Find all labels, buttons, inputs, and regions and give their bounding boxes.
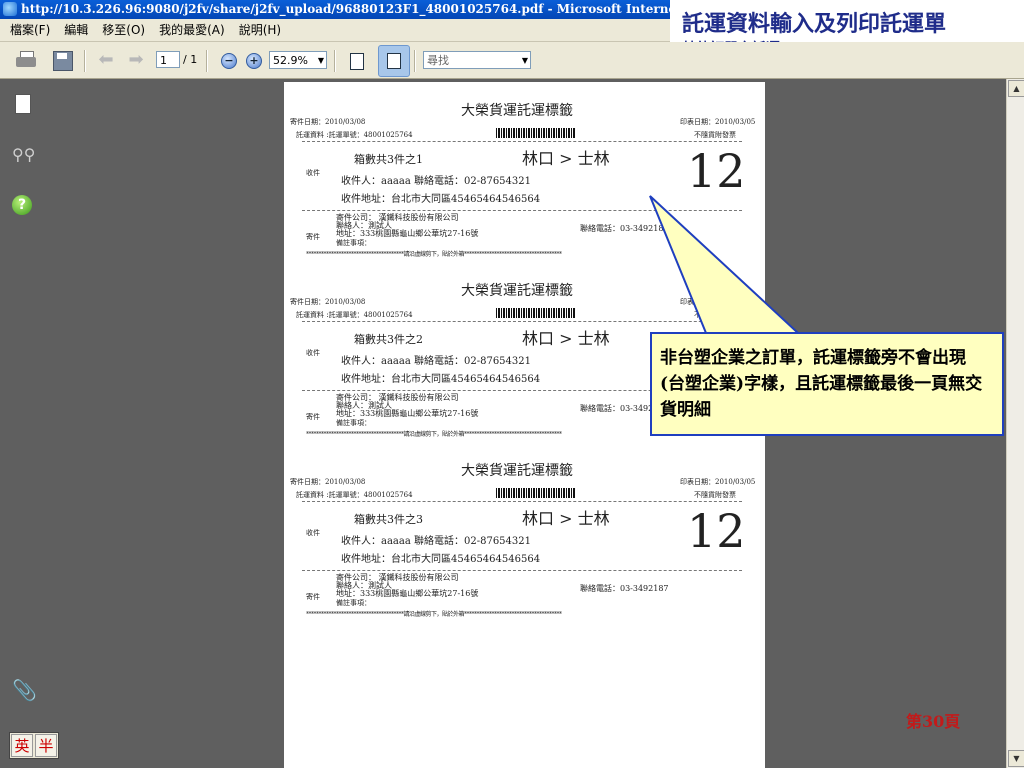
order-number: 託運資料 :託運單號：48001025764 [296, 311, 413, 319]
label-title: 大榮貨運託運標籤 [461, 283, 573, 299]
chevron-down-icon: ▼ [317, 56, 324, 65]
sender-tag: 寄件 [306, 593, 320, 601]
internet-explorer-icon [3, 2, 17, 16]
note-line: 備註事項： [336, 239, 371, 247]
sender-tag: 寄件 [306, 413, 320, 421]
pages-panel-button[interactable] [12, 94, 32, 114]
page-number-input[interactable]: 1 [156, 51, 180, 68]
find-input[interactable]: 尋找 ▼ [423, 51, 531, 69]
receiver-address: 收件地址：台北市大同區45465464546564 [341, 194, 541, 205]
receiver-tag: 收件 [306, 349, 320, 357]
menu-go[interactable]: 移至(O) [102, 23, 145, 37]
sender-address: 地址：333桃園縣龜山鄉公華坑27-16號 [336, 409, 479, 418]
ship-date: 寄件日期：2010/03/08 [290, 478, 366, 486]
print-date: 印表日期：2010/03/05 [680, 298, 756, 306]
cut-line: ***************************************請… [306, 611, 562, 618]
zoom-value: 52.9% [273, 54, 308, 67]
pages-icon [15, 94, 31, 114]
zoom-in-button[interactable]: + [246, 53, 262, 69]
note-line: 備註事項： [336, 599, 371, 607]
route-number: 12 [687, 144, 746, 198]
arrow-left-icon: ⬅ [98, 49, 114, 70]
receiver-tag: 收件 [306, 169, 320, 177]
chevron-down-icon: ▼ [521, 56, 528, 65]
barcode [496, 128, 576, 138]
route-number: 12 [687, 504, 746, 558]
page-total: / 1 [183, 53, 198, 66]
help-icon[interactable]: ? [12, 195, 32, 215]
print-date: 印表日期：2010/03/05 [680, 118, 756, 126]
no-invoice-note: 不隨貨附發票 [694, 131, 736, 139]
receiver-tag: 收件 [306, 529, 320, 537]
shipping-label-1: 大榮貨運託運標籤 寄件日期：2010/03/08 印表日期：2010/03/05… [284, 100, 765, 270]
ime-width[interactable]: 半 [35, 734, 57, 757]
sender-address: 地址：333桃園縣龜山鄉公華坑27-16號 [336, 589, 479, 598]
scroll-down-icon[interactable]: ▼ [1008, 750, 1024, 767]
binoculars-icon[interactable]: ⚲⚲ [12, 145, 35, 165]
label-title: 大榮貨運託運標籤 [461, 463, 573, 479]
sender-phone: 聯絡電話：03-3492187 [580, 224, 669, 233]
previous-page-button[interactable]: ⬅ [94, 49, 118, 71]
order-number: 託運資料 :託運單號：48001025764 [296, 491, 413, 499]
ime-language[interactable]: 英 [11, 734, 33, 757]
plus-icon: + [249, 54, 259, 67]
box-count: 箱數共3件之3 [354, 513, 423, 526]
route: 林口 > 士林 [522, 149, 610, 168]
label-title: 大榮貨運託運標籤 [461, 103, 573, 119]
print-button[interactable] [14, 49, 38, 71]
callout-text: 非台塑企業之訂單，託運標籤旁不會出現(台塑企業)字樣，且託運標籤最後一頁無交貨明… [660, 348, 983, 420]
sender-address: 地址：333桃園縣龜山鄉公華坑27-16號 [336, 229, 479, 238]
receiver-line: 收件人：aaaaa 聯絡電話：02-87654321 [341, 176, 531, 187]
receiver-address: 收件地址：台北市大同區45465464546564 [341, 554, 541, 565]
menu-file[interactable]: 檔案(F) [10, 23, 50, 37]
receiver-line: 收件人：aaaaa 聯絡電話：02-87654321 [341, 536, 531, 547]
find-placeholder: 尋找 [427, 54, 449, 67]
slide-title: 託運資料輸入及列印託運單 [682, 11, 947, 37]
route: 林口 > 士林 [522, 329, 610, 348]
barcode [496, 308, 576, 318]
window-title: http://10.3.226.96:9080/j2fv/share/j2fv_… [21, 2, 670, 16]
cut-line: ***************************************請… [306, 431, 562, 438]
sender-phone: 聯絡電話：03-3492187 [580, 584, 669, 593]
ship-date: 寄件日期：2010/03/08 [290, 118, 366, 126]
menu-help[interactable]: 說明(H) [239, 23, 281, 37]
next-page-button[interactable]: ➡ [124, 49, 148, 71]
slide-page-number: 第30頁 [906, 712, 961, 731]
zoom-out-button[interactable]: − [221, 53, 237, 69]
save-button[interactable] [50, 49, 74, 71]
fit-width-icon [350, 53, 364, 70]
sender-tag: 寄件 [306, 233, 320, 241]
barcode [496, 488, 576, 498]
menu-favorites[interactable]: 我的最愛(A) [159, 23, 225, 37]
minus-icon: − [224, 54, 234, 67]
box-count: 箱數共3件之2 [354, 333, 423, 346]
no-invoice-note: 不隨貨附發票 [694, 311, 736, 319]
print-date: 印表日期：2010/03/05 [680, 478, 756, 486]
fit-page-icon [387, 53, 401, 69]
receiver-line: 收件人：aaaaa 聯絡電話：02-87654321 [341, 356, 531, 367]
arrow-right-icon: ➡ [128, 49, 144, 70]
box-count: 箱數共3件之1 [354, 153, 423, 166]
menu-bar: 檔案(F) 編輯 移至(O) 我的最愛(A) 說明(H) [0, 19, 670, 42]
order-number: 託運資料 :託運單號：48001025764 [296, 131, 413, 139]
route: 林口 > 士林 [522, 509, 610, 528]
vertical-scrollbar[interactable]: ▲ ▼ [1006, 79, 1024, 768]
no-invoice-note: 不隨貨附發票 [694, 491, 736, 499]
fit-page-button[interactable] [378, 45, 410, 77]
fit-width-button[interactable] [346, 51, 366, 71]
ime-indicator[interactable]: 英半 [9, 732, 59, 759]
scroll-up-icon[interactable]: ▲ [1008, 80, 1024, 97]
window-titlebar: http://10.3.226.96:9080/j2fv/share/j2fv_… [0, 0, 670, 19]
cut-line: ***************************************請… [306, 251, 562, 258]
receiver-address: 收件地址：台北市大同區45465464546564 [341, 374, 541, 385]
shipping-label-3: 大榮貨運託運標籤 寄件日期：2010/03/08 印表日期：2010/03/05… [284, 460, 765, 630]
attachment-icon[interactable]: 📎 [12, 680, 37, 700]
note-line: 備註事項： [336, 419, 371, 427]
zoom-select[interactable]: 52.9% ▼ [269, 51, 327, 69]
ship-date: 寄件日期：2010/03/08 [290, 298, 366, 306]
menu-edit[interactable]: 編輯 [64, 23, 88, 37]
